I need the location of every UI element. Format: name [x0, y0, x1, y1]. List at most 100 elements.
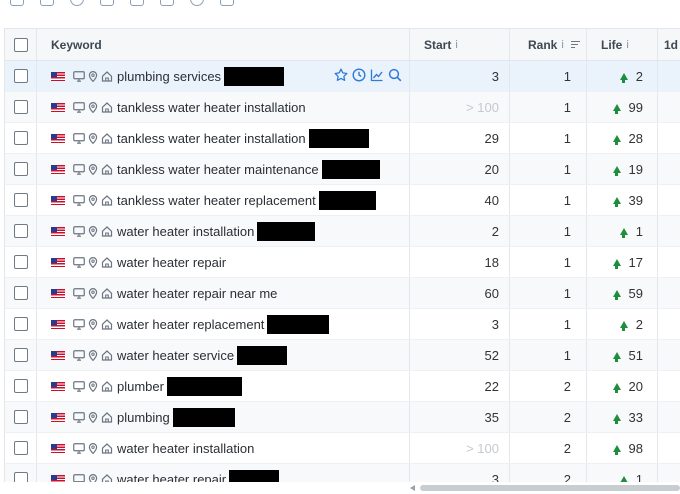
header-start[interactable]: Start i	[409, 29, 509, 60]
toolbar-icon[interactable]	[160, 0, 174, 6]
header-rank[interactable]: Rank i	[509, 29, 586, 60]
keyword-cell[interactable]: tankless water heater maintenance	[37, 154, 409, 184]
keyword-cell[interactable]: tankless water heater installation	[37, 123, 409, 153]
keyword-cell[interactable]: water heater installation	[37, 433, 409, 463]
row-checkbox[interactable]	[13, 379, 28, 393]
table-row[interactable]: plumbing 35 2 33	[5, 402, 680, 433]
table-row[interactable]: tankless water heater maintenance 20 1 19	[5, 154, 680, 185]
table-row[interactable]: tankless water heater replacement 40 1 39	[5, 185, 680, 216]
history-clock-icon[interactable]	[352, 67, 366, 85]
rank-cell: 1	[509, 247, 586, 277]
row-checkbox[interactable]	[13, 100, 28, 114]
table-row[interactable]: plumber 22 2 20	[5, 371, 680, 402]
row-checkbox[interactable]	[13, 317, 28, 331]
info-icon[interactable]: i	[455, 39, 457, 51]
redacted-block	[229, 469, 280, 482]
life-cell: 1	[586, 216, 657, 246]
rank-cell: 1	[509, 154, 586, 184]
keyword-cell[interactable]: water heater service	[37, 340, 409, 370]
keyword-cell[interactable]: plumber	[37, 371, 409, 401]
start-cell: 35	[409, 402, 509, 432]
toolbar-icon[interactable]	[220, 0, 234, 6]
keyword-text: tankless water heater replacement	[117, 192, 316, 208]
location-pin-icon	[87, 380, 99, 392]
start-value: > 100	[466, 440, 499, 456]
table-row[interactable]: plumbing services 3 1 2	[5, 61, 680, 92]
table-row[interactable]: water heater installation 2 1 1	[5, 216, 680, 247]
row-checkbox[interactable]	[13, 255, 28, 269]
arrow-up-icon	[619, 72, 628, 83]
table-row[interactable]: water heater replacement 3 1 2	[5, 309, 680, 340]
row-checkbox[interactable]	[13, 69, 28, 83]
row-checkbox[interactable]	[13, 410, 28, 424]
desktop-icon	[73, 256, 85, 268]
search-icon[interactable]	[388, 68, 402, 85]
scroll-thumb[interactable]	[420, 485, 680, 491]
header-keyword[interactable]: Keyword	[37, 29, 409, 60]
life-cell: 2	[586, 61, 657, 91]
rank-cell: 1	[509, 92, 586, 122]
table-row[interactable]: tankless water heater installation 29 1 28	[5, 123, 680, 154]
row-checkbox[interactable]	[13, 193, 28, 207]
home-icon	[101, 132, 113, 144]
row-checkbox[interactable]	[13, 348, 28, 362]
table-row[interactable]: water heater repair 3 2 1	[5, 464, 680, 482]
extra-cell	[657, 154, 680, 184]
redacted-block	[267, 314, 330, 334]
us-flag-icon	[51, 102, 65, 112]
redacted-block	[237, 345, 288, 365]
row-checkbox[interactable]	[13, 162, 28, 176]
select-all-checkbox[interactable]	[13, 37, 28, 52]
table-row[interactable]: tankless water heater installation > 100 1…	[5, 92, 680, 123]
life-cell: 19	[586, 154, 657, 184]
rank-value: 1	[563, 254, 571, 270]
location-pin-icon	[87, 101, 99, 113]
keyword-cell[interactable]: tankless water heater installation	[37, 92, 409, 122]
us-flag-icon	[51, 443, 65, 453]
keyword-cell[interactable]: water heater repair near me	[37, 278, 409, 308]
star-icon[interactable]	[334, 68, 348, 85]
keyword-cell[interactable]: water heater installation	[37, 216, 409, 246]
rank-cell: 1	[509, 278, 586, 308]
rank-cell: 1	[509, 216, 586, 246]
keyword-cell[interactable]: water heater repair	[37, 464, 409, 482]
sort-icon[interactable]	[570, 40, 580, 49]
home-icon	[101, 473, 113, 482]
keyword-cell[interactable]: water heater repair	[37, 247, 409, 277]
table-row[interactable]: water heater repair near me 60 1 59	[5, 278, 680, 309]
extra-cell	[657, 123, 680, 153]
info-icon[interactable]: i	[561, 39, 563, 51]
chart-icon[interactable]	[370, 68, 384, 85]
horizontal-scrollbar[interactable]	[410, 484, 680, 492]
table-row[interactable]: water heater service 52 1 51	[5, 340, 680, 371]
toolbar-icon[interactable]	[100, 0, 114, 6]
toolbar-icon[interactable]	[130, 0, 144, 6]
header-life[interactable]: Life i	[586, 29, 657, 60]
keyword-cell[interactable]: tankless water heater replacement	[37, 185, 409, 215]
keyword-cell[interactable]: plumbing services	[37, 61, 409, 91]
rank-cell: 2	[509, 371, 586, 401]
life-cell: 2	[586, 309, 657, 339]
toolbar-icon[interactable]	[190, 0, 204, 6]
row-checkbox[interactable]	[13, 286, 28, 300]
toolbar-icon[interactable]	[40, 0, 54, 6]
keyword-text: water heater repair near me	[117, 285, 278, 301]
row-select-cell	[5, 433, 37, 463]
keyword-cell[interactable]: water heater replacement	[37, 309, 409, 339]
desktop-icon	[73, 225, 85, 237]
keyword-text: water heater repair	[117, 471, 227, 483]
row-checkbox[interactable]	[13, 441, 28, 455]
toolbar-icon[interactable]	[10, 0, 24, 6]
row-checkbox[interactable]	[13, 224, 28, 238]
row-checkbox[interactable]	[13, 472, 28, 482]
keyword-cell[interactable]: plumbing	[37, 402, 409, 432]
arrow-up-icon	[612, 413, 621, 424]
row-checkbox[interactable]	[13, 131, 28, 145]
toolbar-icon[interactable]	[70, 0, 84, 6]
table-row[interactable]: water heater installation > 100 2 98	[5, 433, 680, 464]
scroll-left-icon[interactable]	[410, 485, 415, 491]
header-1d[interactable]: 1d	[657, 29, 680, 60]
info-icon[interactable]: i	[626, 39, 628, 51]
table-row[interactable]: water heater repair 18 1 17	[5, 247, 680, 278]
desktop-icon	[73, 101, 85, 113]
